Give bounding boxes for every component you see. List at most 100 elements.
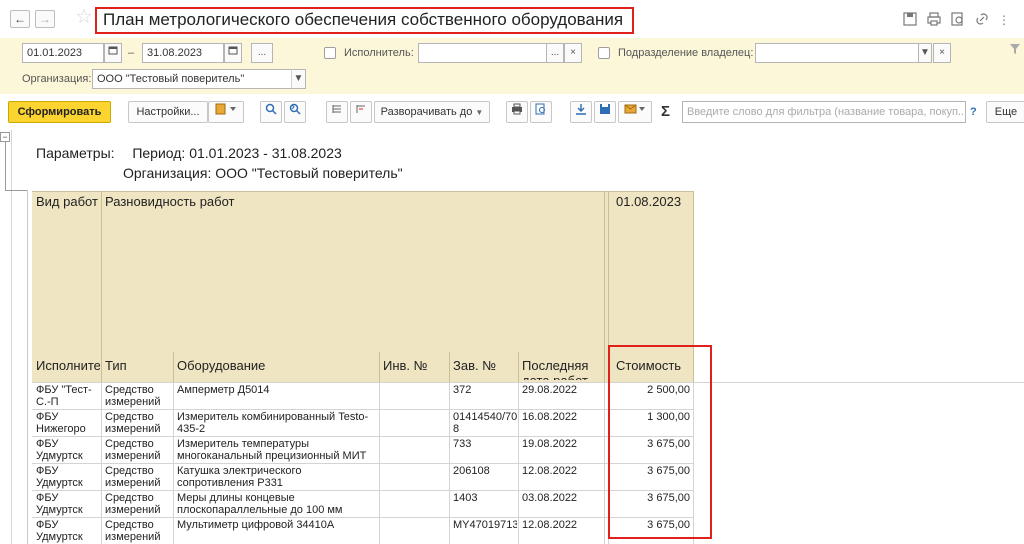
period-line: Период: 01.01.2023 - 31.08.2023	[132, 145, 342, 161]
cell-inv-number	[383, 411, 447, 436]
cell-last-date: 16.08.2022	[522, 411, 578, 423]
cell-executor: ФБУ Нижегоро	[36, 411, 86, 435]
expand-groups-icon[interactable]	[326, 101, 348, 123]
outline-line	[5, 142, 6, 190]
cell-executor: ФБУ "Тест-С.-П	[36, 384, 92, 408]
header-date-column: 01.08.2023	[616, 194, 682, 209]
header-work-variety: Разновидность работ	[105, 194, 235, 209]
cell-serial-number: 372	[453, 384, 472, 396]
header-last-date: Последняя дата работ	[522, 358, 589, 380]
period-select-button[interactable]: ...	[251, 43, 273, 63]
org-dropdown-icon[interactable]: ▼	[291, 69, 306, 89]
executor-checkbox[interactable]	[324, 47, 336, 59]
owner-dept-checkbox[interactable]	[598, 47, 610, 59]
preview-icon[interactable]	[950, 12, 966, 28]
filter-icon[interactable]	[1010, 44, 1020, 58]
cell-type: Средство измерений	[105, 438, 161, 462]
print-report-icon[interactable]	[506, 101, 528, 123]
print-preview-icon[interactable]	[530, 101, 552, 123]
cell-equipment: Измеритель комбинированный Testo-435-2	[177, 411, 369, 435]
print-icon[interactable]	[926, 12, 942, 28]
cell-type: Средство измерений	[105, 519, 161, 543]
settings-button[interactable]: Настройки...	[128, 101, 208, 123]
search-next-icon[interactable]	[284, 101, 306, 123]
cell-type: Средство измерений	[105, 465, 161, 489]
search-icon[interactable]	[260, 101, 282, 123]
sum-icon[interactable]: Σ	[661, 104, 670, 119]
report-toolbar: Сформировать Настройки... Разворачивать …	[0, 94, 1024, 130]
header-divider	[449, 352, 450, 382]
date-from-input[interactable]: 01.01.2023	[22, 43, 104, 63]
help-icon[interactable]: ?	[970, 105, 977, 119]
cell-inv-number	[383, 384, 447, 409]
executor-label: Исполнитель:	[344, 47, 414, 59]
report-spreadsheet: − Параметры: Период: 01.01.2023 - 31.08.…	[0, 130, 1024, 544]
executor-clear-button[interactable]: ×	[564, 43, 582, 63]
grid-line	[32, 382, 1024, 383]
owner-dept-dropdown-icon[interactable]: ▼	[918, 43, 932, 63]
more-icon[interactable]: ⋮	[996, 12, 1012, 28]
favorite-star-icon[interactable]: ☆	[75, 7, 93, 27]
grid-line	[32, 463, 693, 464]
cell-last-date: 19.08.2022	[522, 438, 578, 450]
owner-dept-input[interactable]	[755, 43, 931, 63]
expand-to-button[interactable]: Разворачивать до ▼	[374, 101, 490, 123]
header-type: Тип	[105, 358, 127, 373]
expand-to-label: Разворачивать до	[380, 106, 473, 118]
cell-type: Средство измерений	[105, 492, 161, 516]
cell-serial-number: 1403	[453, 492, 478, 504]
header-executor: Исполнитель	[36, 358, 100, 373]
org-line: Организация: ООО "Тестовый поверитель"	[123, 165, 403, 181]
cell-inv-number	[383, 438, 447, 463]
back-button[interactable]: ←	[10, 10, 30, 28]
grid-line	[32, 409, 693, 410]
cell-last-date: 12.08.2022	[522, 465, 578, 477]
grid-line	[32, 490, 693, 491]
filter-search-input[interactable]: Введите слово для фильтра (название това…	[682, 101, 966, 123]
cell-inv-number	[383, 492, 447, 517]
org-input[interactable]: ООО "Тестовый поверитель"	[92, 69, 306, 89]
date-separator: –	[128, 47, 135, 59]
collapse-group-icon[interactable]: −	[0, 132, 10, 142]
email-button[interactable]	[618, 101, 652, 123]
executor-input[interactable]	[418, 43, 564, 63]
owner-dept-clear-button[interactable]: ×	[933, 43, 951, 63]
outline-line	[5, 190, 27, 191]
org-label: Организация:	[22, 73, 92, 85]
cell-equipment: Меры длины концевые плоскопараллельные д…	[177, 492, 343, 517]
header-divider	[101, 191, 102, 382]
collapse-groups-icon[interactable]	[350, 101, 372, 123]
download-icon[interactable]	[570, 101, 592, 123]
cell-type: Средство измерений	[105, 411, 161, 435]
filter-panel: 01.01.2023 – 31.08.2023 ... Исполнитель:…	[0, 38, 1024, 94]
cell-inv-number	[383, 465, 447, 490]
link-icon[interactable]	[974, 12, 990, 28]
header-divider	[604, 191, 605, 382]
variants-button[interactable]	[208, 101, 244, 123]
cost-highlight-box	[608, 345, 712, 539]
save-icon[interactable]	[902, 12, 918, 28]
header-equipment: Оборудование	[177, 358, 266, 373]
grid-line	[32, 517, 693, 518]
grid-line	[32, 436, 693, 437]
outline-gutter	[0, 130, 12, 544]
cell-equipment: Мультиметр цифровой 34410А	[177, 519, 335, 531]
chevron-down-icon: ▼	[475, 108, 484, 117]
executor-select-button[interactable]: ...	[546, 43, 564, 63]
page-title: План метрологического обеспечения собств…	[103, 10, 624, 29]
header-work-type: Вид работ	[36, 194, 98, 209]
cell-equipment: Измеритель температуры многоканальный пр…	[177, 438, 367, 462]
more-button[interactable]: Еще	[986, 101, 1024, 123]
date-to-input[interactable]: 31.08.2023	[142, 43, 224, 63]
header-serial-number: Зав. №	[453, 358, 497, 373]
cell-last-date: 29.08.2022	[522, 384, 578, 396]
date-to-calendar-icon[interactable]	[224, 43, 242, 63]
cell-executor: ФБУ Удмуртск	[36, 438, 83, 462]
generate-button[interactable]: Сформировать	[8, 101, 111, 123]
save-report-icon[interactable]	[594, 101, 616, 123]
header-border	[32, 191, 694, 192]
title-bar: ← → ☆ План метрологического обеспечения …	[0, 0, 1024, 38]
forward-button[interactable]: →	[35, 10, 55, 28]
date-from-calendar-icon[interactable]	[104, 43, 122, 63]
cell-last-date: 12.08.2022	[522, 519, 578, 531]
